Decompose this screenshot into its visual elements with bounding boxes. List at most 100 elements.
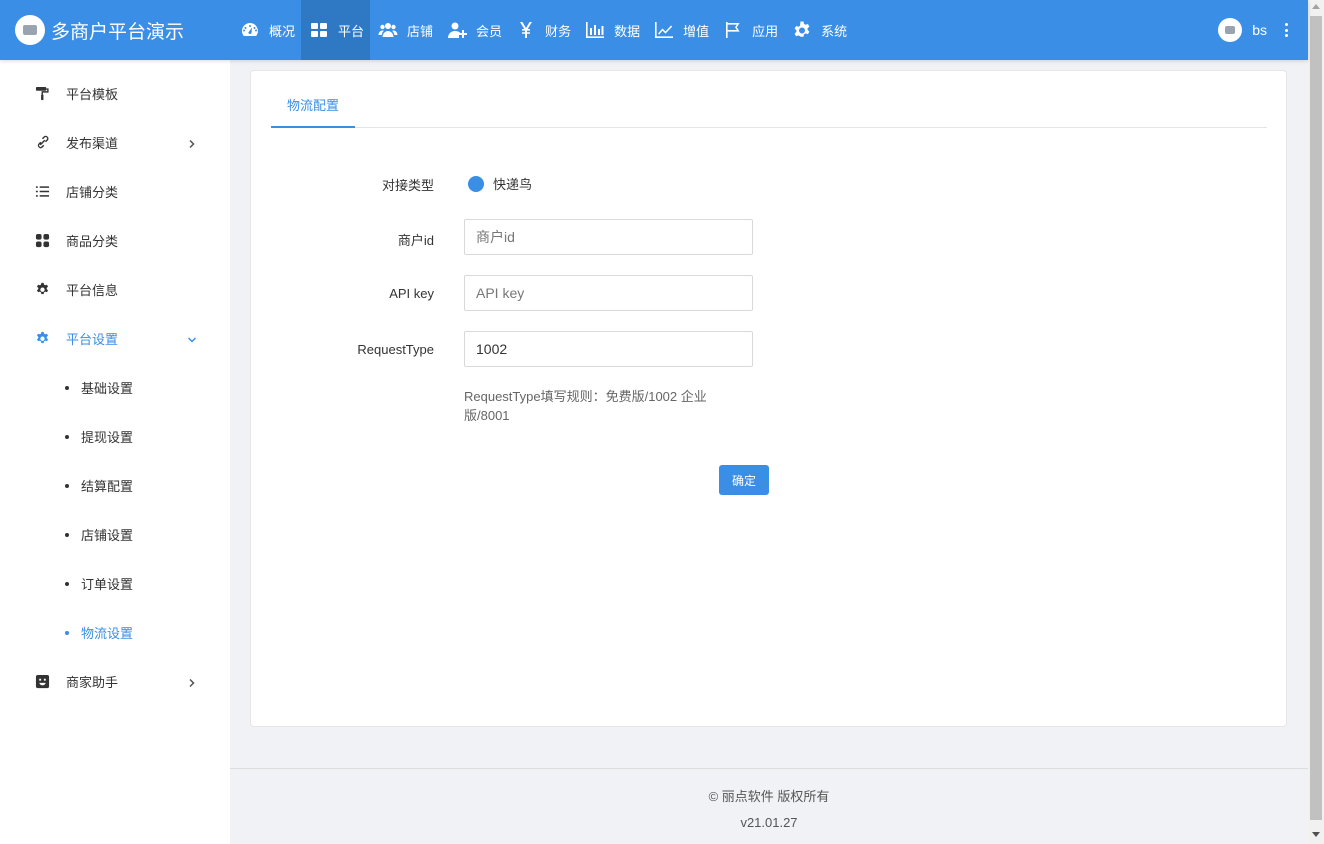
nav-label: 数据 [614,23,641,39]
bullet-icon [65,581,69,586]
sidebar-subitem-label: 物流设置 [81,626,134,641]
sidebar-subitem-settlement-config[interactable]: 结算配置 [0,461,230,510]
nav-item-finance[interactable]: 财务 [508,0,577,60]
sidebar-item-platform-template[interactable]: 平台模板 [0,69,230,118]
sidebar-subitem-label: 店铺设置 [81,528,134,543]
flag-icon [723,20,743,40]
list-icon [34,184,50,200]
sidebar: 平台模板 发布渠道 店铺分类 商品分类 平台信息 平台设置 基础设置 提现设置 … [0,60,230,844]
scroll-thumb[interactable] [1310,16,1322,820]
brand-title: 多商户平台演示 [51,21,185,43]
sidebar-subitem-label: 订单设置 [81,577,134,592]
nav-item-system[interactable]: 系统 [784,0,853,60]
sidebar-item-label: 平台模板 [66,87,119,102]
footer-divider [230,768,1308,769]
bullet-icon [65,434,69,439]
type-label: 对接类型 [381,178,434,193]
more-vertical-icon[interactable] [1285,23,1288,37]
dashboard-icon [240,20,260,40]
sidebar-subitem-label: 提现设置 [81,430,134,445]
nav-label: 店铺 [407,23,434,39]
sidebar-subitem-label: 基础设置 [81,381,134,396]
merchant-id-input[interactable] [464,219,753,255]
nav-label: 平台 [338,23,365,39]
sidebar-item-label: 店铺分类 [66,185,119,200]
brand[interactable]: 多商户平台演示 [0,15,230,45]
chevron-right-icon [188,136,196,149]
request-type-hint: RequestType填写规则：免费版/1002 企业版/8001 [464,389,707,423]
sidebar-subitem-withdraw-settings[interactable]: 提现设置 [0,412,230,461]
sidebar-item-shop-category[interactable]: 店铺分类 [0,167,230,216]
bullet-icon [65,532,69,537]
sidebar-item-goods-category[interactable]: 商品分类 [0,216,230,265]
api-key-label: API key [389,286,434,301]
nav-item-data[interactable]: 数据 [577,0,646,60]
sidebar-item-platform-settings[interactable]: 平台设置 [0,314,230,363]
gear-icon [34,331,50,347]
chevron-down-icon [187,332,197,343]
sidebar-item-merchant-assistant[interactable]: 商家助手 [0,657,230,706]
bullet-icon [65,483,69,488]
paint-roller-icon [34,86,50,102]
footer-version: v21.01.27 [740,815,798,830]
sidebar-item-label: 商品分类 [66,234,119,249]
sidebar-item-label: 平台信息 [66,283,119,298]
bullet-icon [65,630,69,635]
nav-label: 会员 [476,23,503,39]
content-card: 物流配置 对接类型 快递鸟 商户id API key RequestType R… [250,70,1287,727]
tab-logistics-config[interactable]: 物流配置 [271,91,355,128]
sidebar-subitem-shop-settings[interactable]: 店铺设置 [0,510,230,559]
sidebar-item-platform-info[interactable]: 平台信息 [0,265,230,314]
user-plus-icon [447,20,468,40]
nav-label: 增值 [683,23,710,39]
top-header: 多商户平台演示 概况 平台 店铺 会员 财务 数据 增值 应用 系统 bs [0,0,1308,60]
username[interactable]: bs [1252,22,1267,38]
nav-item-value-added[interactable]: 增值 [646,0,715,60]
user-menu[interactable]: bs [1218,0,1288,60]
sidebar-item-publish-channel[interactable]: 发布渠道 [0,118,230,167]
nav-label: 财务 [545,23,572,39]
nav-item-member[interactable]: 会员 [439,0,508,60]
radio-label: 快递鸟 [493,177,533,192]
nav-label: 应用 [752,23,779,39]
top-nav: 概况 平台 店铺 会员 财务 数据 增值 应用 系统 [232,0,853,60]
bar-chart-icon [585,20,605,40]
yen-icon [516,20,536,40]
sidebar-subitem-logistics-settings[interactable]: 物流设置 [0,608,230,657]
chevron-right-icon [188,675,196,688]
grid-icon [309,20,329,40]
sidebar-subitem-order-settings[interactable]: 订单设置 [0,559,230,608]
nav-item-shop[interactable]: 店铺 [370,0,439,60]
sidebar-subitem-basic-settings[interactable]: 基础设置 [0,363,230,412]
footer-copyright: © 丽点软件 版权所有 [708,789,830,804]
nav-item-apps[interactable]: 应用 [715,0,784,60]
sidebar-item-label: 平台设置 [66,332,119,347]
radio-checked-icon [468,175,484,192]
sidebar-subitem-label: 结算配置 [81,479,134,494]
request-type-input[interactable] [464,331,753,367]
tab-bar: 物流配置 [271,91,1267,128]
gear-icon [792,20,812,40]
radio-kdniao[interactable]: 快递鸟 [468,174,532,193]
sidebar-item-label: 发布渠道 [66,136,119,151]
avatar[interactable] [1218,18,1243,42]
page-scrollbar[interactable] [1308,0,1324,844]
nav-label: 概况 [269,23,296,39]
api-key-input[interactable] [464,275,753,311]
smile-icon [34,674,50,690]
gear-icon [34,282,50,298]
nav-item-overview[interactable]: 概况 [232,0,301,60]
bullet-icon [65,385,69,390]
nav-item-platform[interactable]: 平台 [301,0,371,60]
scroll-up-icon[interactable] [1312,4,1320,9]
apps-icon [34,233,50,249]
users-icon [378,20,398,40]
scroll-down-icon[interactable] [1312,832,1320,837]
brand-logo [15,15,45,45]
confirm-button[interactable]: 确定 [719,465,769,495]
line-chart-icon [654,20,674,40]
link-icon [34,135,50,151]
sidebar-item-label: 商家助手 [66,675,119,690]
request-type-label: RequestType [357,342,434,357]
merchant-id-label: 商户id [397,233,434,248]
